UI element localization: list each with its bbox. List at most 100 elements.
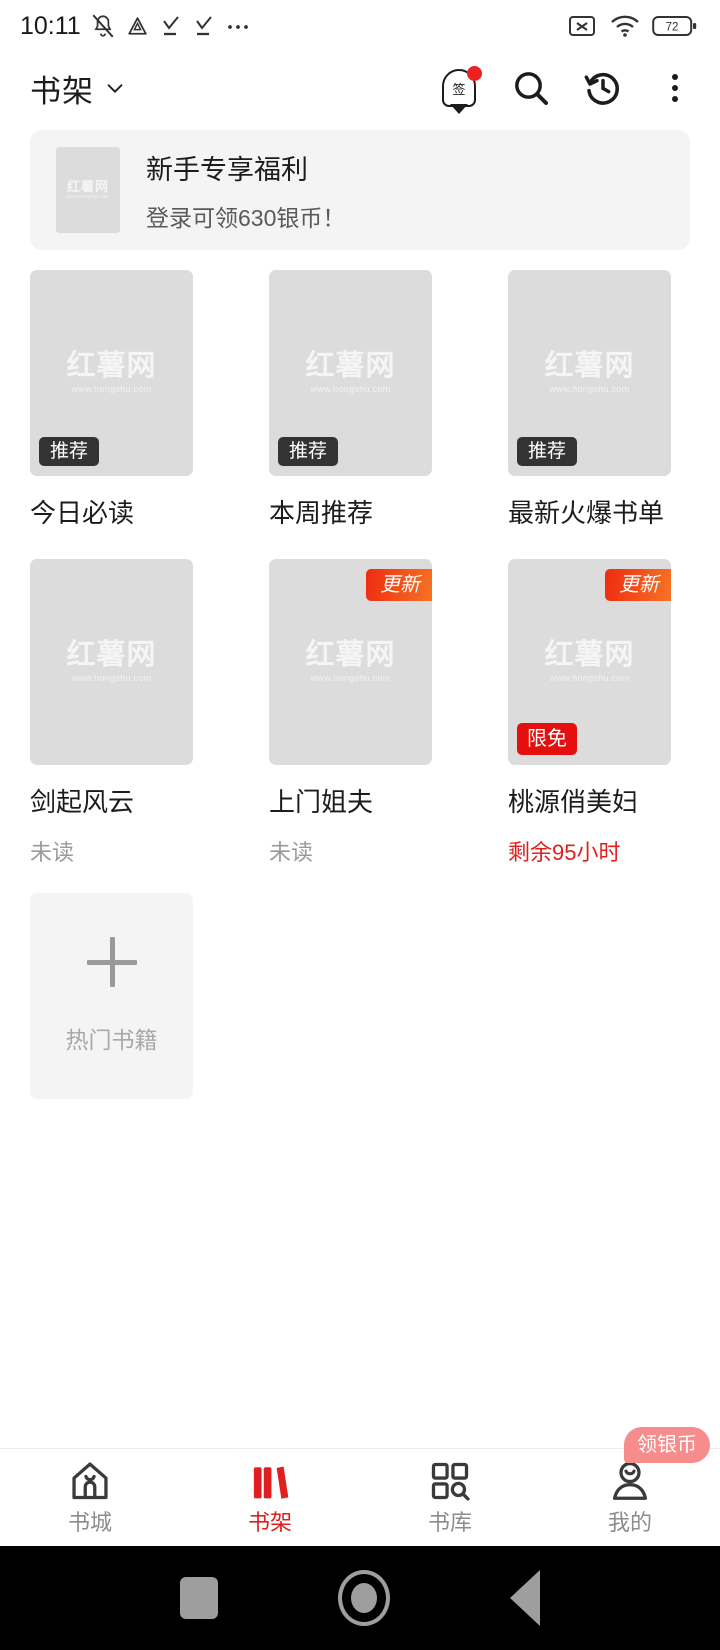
watermark-url: www.hongshu.com [549,384,630,394]
book-title: 今日必读 [30,498,135,528]
add-book-card[interactable]: 热门书籍 [30,893,193,1100]
tab-grid-search[interactable]: 书库 [360,1449,540,1546]
book-cover[interactable]: 红薯网 www.hongshu.com [30,558,193,765]
status-clock: 10:11 [20,11,81,40]
download-check-icon [195,16,212,36]
header-actions: 签 [438,66,696,109]
watermark-main: 红薯网 [66,638,157,671]
watermark: 红薯网 www.hongshu.com [67,180,109,200]
limited-free-badge: 限免 [517,722,577,755]
book-cell[interactable]: 红薯网 www.hongshu.com 剑起风云未读 [30,558,193,868]
watermark-main: 红薯网 [544,350,635,382]
search-icon [515,72,548,105]
chevron-down-icon [107,84,123,93]
notification-dot [467,66,482,81]
bookshelf-grid: 红薯网 www.hongshu.com 推荐 今日必读 红薯网 www.hongshu.c… [30,270,690,1100]
book-cover[interactable]: 红薯网 www.hongshu.com 推荐 [269,270,432,476]
tab-person[interactable]: 领银币我的 [540,1427,720,1546]
book-title: 上门姐夫 [269,786,374,817]
add-book-label: 热门书籍 [65,1027,158,1054]
watermark-main: 红薯网 [305,350,396,382]
book-cell[interactable]: 红薯网 www.hongshu.com 更新上门姐夫未读 [269,558,432,868]
search-button[interactable] [510,67,552,109]
book-cell[interactable]: 红薯网 www.hongshu.com 推荐 最新火爆书单 [508,270,671,533]
android-navigation-bar [0,1546,720,1650]
recommend-badge: 推荐 [278,437,339,466]
watermark-main: 红薯网 [544,638,635,671]
person-icon [608,1461,652,1503]
watermark: 红薯网 www.hongshu.com [305,352,395,394]
book-cell[interactable]: 红薯网 www.hongshu.com 推荐今日必读 [30,270,193,533]
home-button[interactable] [338,1570,390,1626]
book-cell[interactable]: 红薯网 www.hongshu.com 推荐本周推荐 [269,270,432,533]
watermark-url: www.hongshu.com [310,672,391,683]
recents-button[interactable] [180,1577,218,1619]
add-book-cell[interactable]: 热门书籍 [30,893,193,1100]
drive-triangle-icon [127,16,147,35]
download-check-icon [162,16,179,36]
grid-search-icon [428,1461,472,1503]
tab-home[interactable]: 书城 [0,1449,180,1546]
bottom-tab-bar: 书城 书架 书库 领银币我的 [0,1427,720,1546]
tab-label: 书架 [247,1510,292,1535]
book-status: 剩余95小时 [508,840,621,866]
book-cover[interactable]: 红薯网 www.hongshu.com 推荐 [30,270,193,476]
status-bar-left: 10:11 [20,12,253,41]
mute-bell-icon [92,14,114,38]
bookshelf-title-dropdown[interactable]: 书架 [30,66,126,111]
more-menu-button[interactable] [654,67,696,109]
watermark: 红薯网 www.hongshu.com [305,638,396,683]
home-icon [68,1461,112,1503]
update-badge: 更新 [605,568,671,601]
watermark-main: 红薯网 [66,179,109,194]
recommend-badge: 推荐 [517,437,578,466]
book-status: 未读 [269,840,314,866]
watermark: 红薯网 www.hongshu.com [544,638,635,683]
battery-percent-text: 72 [666,22,679,34]
watermark-main: 红薯网 [305,638,396,671]
book-cover[interactable]: 红薯网 www.hongshu.com 更新限免 [508,558,671,765]
phone-screen: 10:11 72 书架 签 红薯网 www.hongshu.com 新手专享福利… [0,0,720,1650]
main-content: 红薯网 www.hongshu.com 新手专享福利 登录可领630银币！ 红薯… [0,124,720,1448]
history-button[interactable] [582,67,624,109]
plus-icon [86,937,137,988]
watermark-url: www.hongshu.com [71,384,152,394]
history-icon [584,72,619,105]
watermark-url: www.hongshu.com [310,384,391,394]
watermark-url: www.hongshu.com [71,672,152,683]
tab-label: 书城 [67,1510,112,1535]
app-header: 书架 签 [0,52,720,124]
update-badge: 更新 [366,568,432,601]
wifi-icon [611,15,639,37]
book-cell[interactable]: 红薯网 www.hongshu.com 更新 限免 桃源俏美妇 剩余95小时 [508,558,671,868]
promo-thumbnail: 红薯网 www.hongshu.com [56,147,120,233]
recommend-badge: 推荐 [39,437,100,466]
watermark: 红薯网 www.hongshu.com [66,638,157,683]
book-status: 未读 [30,840,75,866]
battery-icon: 72 [652,16,697,36]
more-menu-icon [672,74,678,102]
back-button[interactable] [510,1570,540,1626]
tab-label: 我的 [607,1510,652,1535]
promo-banner[interactable]: 红薯网 www.hongshu.com 新手专享福利 登录可领630银币！ [30,130,690,250]
sign-in-button[interactable]: 签 [438,66,482,109]
tab-books[interactable]: 书架 [180,1449,360,1546]
page-title: 书架 [30,73,94,109]
watermark-url: www.hongshu.com [67,194,109,200]
watermark: 红薯网 www.hongshu.com [66,352,156,394]
status-bar: 10:11 72 [0,0,720,52]
status-bar-right: 72 [568,13,698,39]
book-cover[interactable]: 红薯网 www.hongshu.com 推荐 [508,270,671,476]
promo-title: 新手专享福利 [146,154,308,185]
more-dots-icon [227,25,248,29]
sim-off-icon [569,16,595,36]
coin-reward-badge[interactable]: 领银币 [624,1427,710,1463]
book-title: 本周推荐 [269,498,374,528]
sign-in-icon-label: 签 [452,81,466,97]
book-cover[interactable]: 红薯网 www.hongshu.com 更新 [269,558,432,765]
watermark: 红薯网 www.hongshu.com [544,352,634,394]
tab-label: 书库 [427,1510,472,1535]
promo-texts: 新手专享福利 登录可领630银币！ [146,148,345,233]
book-title: 剑起风云 [30,786,135,817]
watermark-main: 红薯网 [66,350,157,382]
